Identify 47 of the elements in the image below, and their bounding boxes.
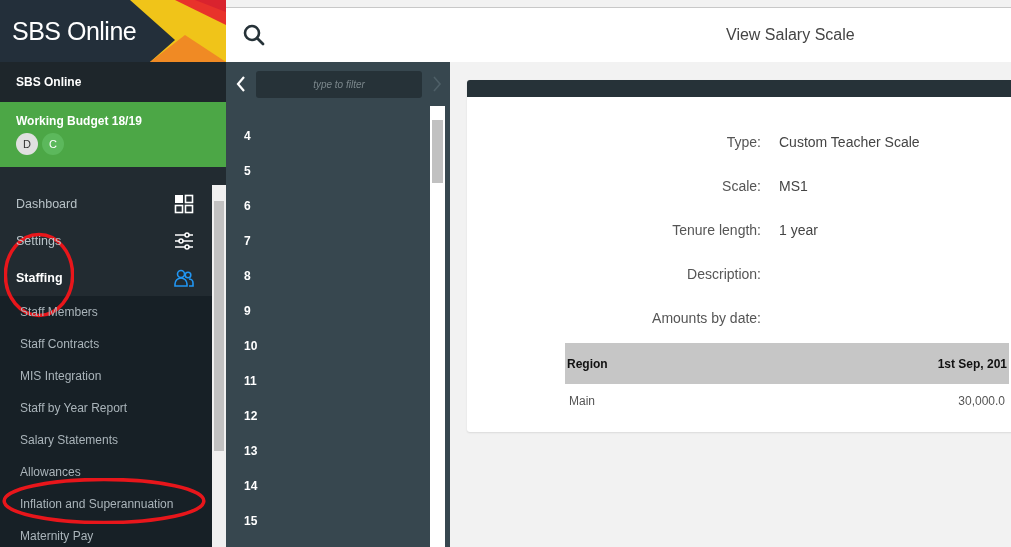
submenu-item[interactable]: Staff Contracts (0, 328, 212, 360)
list-item[interactable]: 6 (244, 188, 430, 223)
search-icon[interactable] (243, 24, 265, 46)
column-header: Region (565, 343, 733, 384)
column-header: 1st Sep, 201 (733, 343, 1009, 384)
submenu-item[interactable]: Inflation and Superannuation (0, 488, 212, 520)
field-label: Type: (725, 134, 761, 150)
filter-field[interactable]: type to filter (256, 70, 422, 98)
submenu-item[interactable]: Salary Statements (0, 424, 212, 456)
field-value: Custom Teacher Scale (779, 134, 920, 150)
submenu-item[interactable]: MIS Integration (0, 360, 212, 392)
sliders-icon (174, 230, 194, 251)
field-value: MS1 (779, 178, 808, 194)
list-item[interactable]: 8 (244, 258, 430, 293)
list-item[interactable]: 13 (244, 433, 430, 468)
field-label: Scale: (721, 178, 761, 194)
submenu-item[interactable]: Allowances (0, 456, 212, 488)
field-value: 1 year (779, 222, 818, 238)
list-item[interactable]: 11 (244, 363, 430, 398)
nav-item[interactable]: Staffing (0, 259, 212, 296)
field-label: Description: (686, 266, 761, 282)
field-label: Amounts by date: (651, 310, 761, 326)
list-item[interactable]: 9 (244, 293, 430, 328)
list-item[interactable]: 7 (244, 223, 430, 258)
list-item[interactable]: 15 (244, 503, 430, 538)
submenu-item[interactable]: Staff by Year Report (0, 392, 212, 424)
list-item[interactable]: 14 (244, 468, 430, 503)
scrollbar[interactable] (430, 106, 445, 547)
submenu-item[interactable]: Maternity Pay (0, 520, 212, 547)
field-label: Tenure length: (671, 222, 761, 238)
logo-text: SBS Online (11, 16, 137, 46)
budget-title: Working Budget 18/19 (16, 114, 143, 128)
avatar[interactable]: D (16, 133, 38, 155)
table-cell: Main (565, 384, 733, 418)
page-title: View Salary Scale (726, 26, 855, 44)
chevron-left-icon[interactable] (236, 75, 246, 93)
org-name: SBS Online (16, 75, 82, 89)
list-item[interactable]: 4 (244, 118, 430, 153)
scrollbar[interactable] (212, 185, 226, 547)
people-icon (174, 267, 194, 288)
nav-item[interactable]: Dashboard (0, 185, 212, 222)
list-item[interactable]: 10 (244, 328, 430, 363)
grid-icon (174, 193, 194, 214)
chevron-right-icon[interactable] (432, 75, 442, 93)
list-item[interactable]: 5 (244, 153, 430, 188)
list-item[interactable]: 12 (244, 398, 430, 433)
table-cell: 30,000.0 (733, 384, 1009, 418)
